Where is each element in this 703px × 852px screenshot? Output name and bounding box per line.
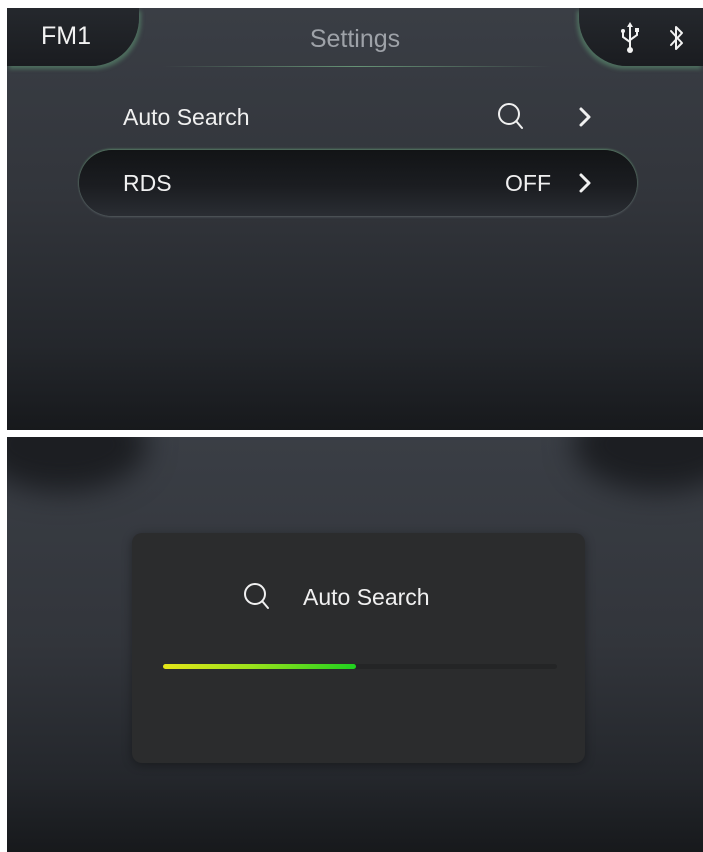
auto-search-dialog: Auto Search: [132, 533, 585, 763]
blurred-status-tab: [573, 437, 703, 492]
bluetooth-icon: [670, 26, 683, 50]
usb-icon: [621, 22, 639, 53]
dialog-title: Auto Search: [303, 584, 430, 610]
header-divider: [162, 66, 552, 67]
blurred-band-tab: [7, 437, 147, 492]
search-progress-bar: [163, 664, 557, 669]
search-progress-fill: [163, 664, 357, 669]
menu-item-label: Auto Search: [123, 104, 250, 130]
search-icon: [244, 583, 269, 609]
menu-item-rds[interactable]: RDS OFF: [79, 150, 637, 216]
menu-item-label: RDS: [123, 170, 172, 196]
menu-item-auto-search[interactable]: Auto Search: [79, 84, 637, 150]
rds-value: OFF: [505, 170, 551, 196]
chevron-right-icon: [579, 173, 591, 193]
settings-screen: FM1 Settings Auto Search RDS OFF: [7, 8, 703, 430]
chevron-right-icon: [579, 107, 591, 127]
search-icon: [498, 103, 523, 129]
auto-search-screen: Auto Search: [7, 437, 703, 852]
